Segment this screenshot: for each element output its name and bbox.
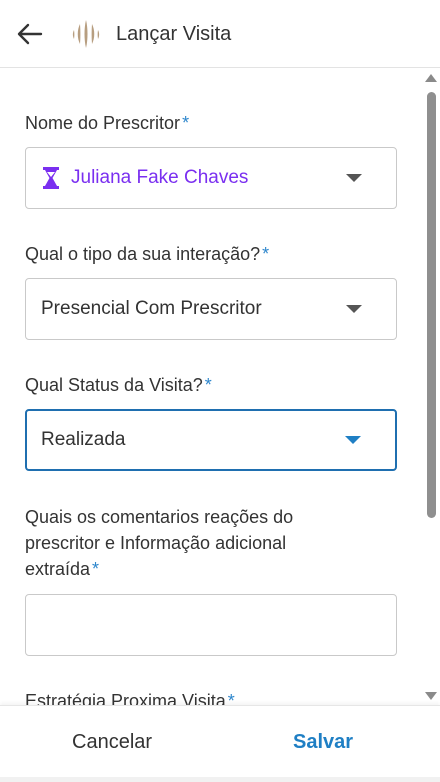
scroll-up-arrow-icon[interactable] (425, 74, 437, 82)
required-mark: * (204, 375, 212, 395)
footer-actions: Cancelar Salvar (0, 705, 440, 782)
field-label-comentarios: Quais os comentarios reações do prescrit… (25, 504, 397, 582)
comentarios-input[interactable] (25, 594, 397, 656)
bottom-divider (0, 777, 440, 782)
chevron-down-icon (345, 436, 361, 444)
arrow-left-icon (17, 23, 43, 45)
field-comentarios: Quais os comentarios reações do prescrit… (25, 504, 397, 656)
scrollbar-thumb[interactable] (427, 92, 436, 518)
hourglass-icon (43, 167, 59, 189)
label-text: extraída (25, 559, 91, 579)
field-status: Qual Status da Visita? * Realizada (25, 372, 397, 471)
required-mark: * (92, 559, 100, 579)
label-text: Nome do Prescritor (25, 113, 181, 133)
field-label-interacao: Qual o tipo da sua interação? * (25, 241, 397, 267)
chevron-down-icon (346, 174, 362, 182)
brand-logo-icon (72, 20, 100, 48)
chevron-down-icon (346, 305, 362, 313)
field-estrategia: Estratégia Proxima Visita * (25, 688, 397, 705)
prescritor-select[interactable]: Juliana Fake Chaves (25, 147, 397, 209)
app-screen: Lançar Visita Nome do Prescritor * Julian… (0, 0, 440, 782)
select-value: Realizada (41, 429, 126, 450)
label-line: prescritor e Informação adicional (25, 533, 287, 553)
back-button[interactable] (14, 18, 46, 50)
field-label-status: Qual Status da Visita? * (25, 372, 397, 398)
page-title: Lançar Visita (116, 23, 232, 45)
field-label-estrategia: Estratégia Proxima Visita * (25, 688, 397, 705)
label-text: Estratégia Proxima Visita (25, 691, 226, 705)
required-mark: * (227, 691, 235, 705)
required-mark: * (262, 244, 270, 264)
field-prescritor: Nome do Prescritor * Juliana Fake Chaves (25, 110, 397, 209)
field-label-prescritor: Nome do Prescritor * (25, 110, 397, 136)
app-header: Lançar Visita (0, 0, 440, 68)
select-value: Juliana Fake Chaves (71, 167, 249, 188)
select-value: Presencial Com Prescritor (41, 298, 262, 319)
label-text: Qual Status da Visita? (25, 375, 203, 395)
status-select[interactable]: Realizada (25, 409, 397, 471)
label-line: extraída * (25, 556, 397, 582)
label-text: Qual o tipo da sua interação? (25, 244, 261, 264)
form-content: Nome do Prescritor * Juliana Fake Chaves … (0, 69, 440, 705)
required-mark: * (182, 113, 190, 133)
interacao-select[interactable]: Presencial Com Prescritor (25, 278, 397, 340)
label-line: Quais os comentarios reações do (25, 507, 294, 527)
scroll-down-arrow-icon[interactable] (425, 692, 437, 700)
cancel-button[interactable]: Cancelar (72, 728, 152, 756)
field-interacao: Qual o tipo da sua interação? * Presencia… (25, 241, 397, 340)
save-button[interactable]: Salvar (293, 728, 353, 756)
